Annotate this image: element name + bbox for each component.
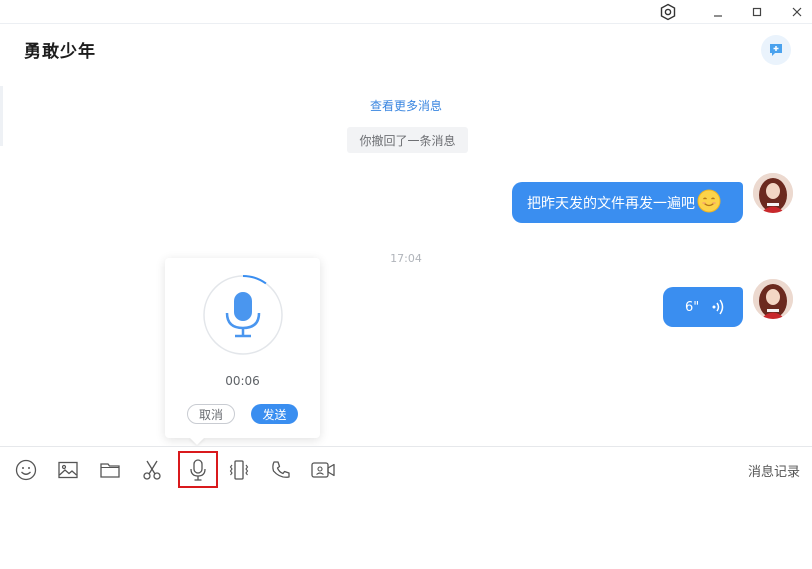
title-bar [0,0,812,24]
voice-recorder-popup: 00:06 取消 发送 [165,258,320,438]
settings-hexagon-icon[interactable] [650,0,686,24]
add-message-icon [770,44,782,56]
avatar[interactable] [753,173,793,213]
recording-elapsed-time: 00:06 [225,374,260,388]
left-panel-edge [0,86,3,146]
recall-notice: 你撤回了一条消息 [347,127,468,153]
emoji-icon[interactable] [13,457,39,483]
smile-emoji-icon [697,189,721,217]
voice-duration: 6" [685,299,700,315]
chat-title: 勇敢少年 [24,42,96,62]
message-text: 把昨天发的文件再发一遍吧 [527,195,695,212]
microphone-icon [225,292,261,338]
maximize-button[interactable] [739,0,775,24]
add-chat-button[interactable] [761,35,791,65]
avatar[interactable] [753,279,793,319]
shake-icon[interactable] [226,457,252,483]
phone-icon[interactable] [268,457,294,483]
text-message-bubble[interactable]: 把昨天发的文件再发一遍吧 [512,182,743,223]
input-toolbar: 消息记录 [0,446,812,569]
minimize-button[interactable] [700,0,736,24]
voice-tool-highlight [178,451,218,488]
folder-icon[interactable] [97,457,123,483]
view-more-messages-link[interactable]: 查看更多消息 [0,97,812,114]
close-button[interactable] [779,0,812,24]
scissors-icon[interactable] [139,457,165,483]
send-recording-button[interactable]: 发送 [251,404,298,424]
video-call-icon[interactable] [310,457,336,483]
timestamp: 17:04 [390,252,422,265]
voice-message-bubble[interactable]: 6" [663,287,743,327]
recording-progress-ring [203,275,283,355]
popup-pointer [189,437,205,445]
image-icon[interactable] [55,457,81,483]
message-history-link[interactable]: 消息记录 [748,461,800,480]
cancel-recording-button[interactable]: 取消 [187,404,235,424]
voice-wave-icon [711,298,725,320]
